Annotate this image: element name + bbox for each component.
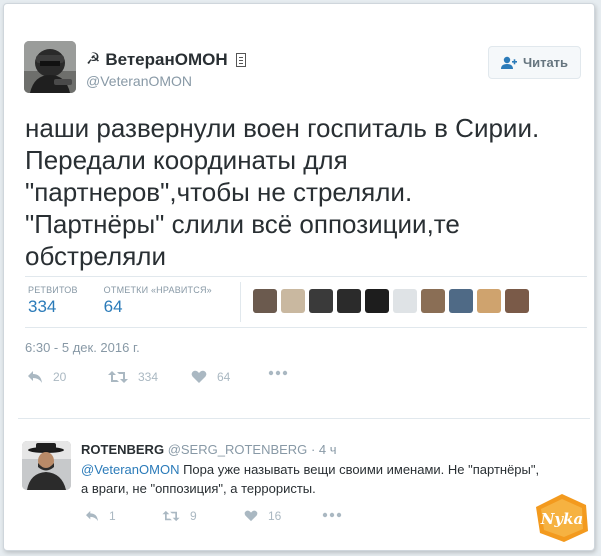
site-logo: Nyka bbox=[536, 494, 588, 542]
likes-label: ОТМЕТКИ «НРАВИТСЯ» bbox=[103, 285, 212, 295]
liker-avatar[interactable] bbox=[309, 289, 333, 313]
retweets-value: 334 bbox=[28, 297, 57, 316]
retweet-action[interactable]: 334 bbox=[108, 370, 158, 384]
tweet-line: Передали координаты для bbox=[25, 145, 348, 175]
reply-more-action[interactable] bbox=[322, 512, 342, 518]
tweet-line: обстреляли bbox=[25, 241, 166, 271]
reply-reply-count: 1 bbox=[109, 509, 116, 523]
reply-author-avatar[interactable] bbox=[22, 441, 71, 490]
reply-count: 20 bbox=[53, 370, 67, 384]
divider bbox=[25, 327, 587, 328]
divider bbox=[25, 276, 587, 277]
likes-value: 64 bbox=[103, 297, 123, 316]
stats-separator bbox=[240, 282, 241, 322]
reply-text-line1: Пора уже называть вещи своими именами. Н… bbox=[179, 462, 540, 477]
author-name[interactable]: ВетеранОМОН bbox=[105, 50, 227, 70]
reply-like-action[interactable]: 16 bbox=[244, 509, 281, 523]
liker-avatars bbox=[253, 289, 529, 313]
tweet-card: ☭ ВетеранОМОН @VeteranOMON Читать наши р… bbox=[3, 3, 595, 551]
reply-header: ROTENBERG @SERG_ROTENBERG · 4 ч bbox=[81, 442, 337, 457]
retweet-icon bbox=[108, 371, 128, 383]
reply-author-name[interactable]: ROTENBERG bbox=[81, 442, 164, 457]
reply-retweet-action[interactable]: 9 bbox=[162, 509, 197, 523]
reply-text: @VeteranOMON Пора уже называть вещи свои… bbox=[81, 460, 591, 498]
liker-avatar[interactable] bbox=[337, 289, 361, 313]
retweets-stat[interactable]: РЕТВИТОВ 334 bbox=[28, 285, 78, 317]
retweets-label: РЕТВИТОВ bbox=[28, 285, 78, 295]
reply-dot: · bbox=[310, 442, 316, 457]
reply-icon bbox=[28, 371, 42, 383]
liker-avatar[interactable] bbox=[281, 289, 305, 313]
retweet-count: 334 bbox=[138, 370, 159, 384]
tweet-timestamp[interactable]: 6:30 - 5 дек. 2016 г. bbox=[25, 340, 140, 355]
liker-avatar[interactable] bbox=[253, 289, 277, 313]
tweet-line: "Партнёры" слили всё оппозиции,те bbox=[25, 209, 460, 239]
follow-button[interactable]: Читать bbox=[488, 46, 581, 79]
hammer-sickle-icon: ☭ bbox=[86, 51, 101, 68]
reply-text-line2: а враги, не "оппозиция", а террористы. bbox=[81, 481, 316, 496]
add-user-icon bbox=[500, 56, 517, 69]
reply-reply-action[interactable]: 1 bbox=[85, 509, 116, 523]
reply-icon bbox=[86, 510, 98, 522]
reply-time[interactable]: 4 ч bbox=[319, 442, 337, 457]
more-icon bbox=[322, 512, 342, 518]
liker-avatar[interactable] bbox=[393, 289, 417, 313]
tweet-stats: РЕТВИТОВ 334 ОТМЕТКИ «НРАВИТСЯ» 64 bbox=[28, 285, 238, 317]
heart-icon bbox=[191, 370, 207, 383]
likes-stat[interactable]: ОТМЕТКИ «НРАВИТСЯ» 64 bbox=[104, 285, 212, 317]
heart-icon bbox=[244, 510, 258, 522]
tweet-text: наши развернули воен госпиталь в Сирии. … bbox=[25, 112, 580, 272]
svg-text:Nyka: Nyka bbox=[540, 510, 584, 528]
liker-avatar[interactable] bbox=[505, 289, 529, 313]
liker-avatar[interactable] bbox=[477, 289, 501, 313]
tweet-line: "партнеров",чтобы не стреляли. bbox=[25, 177, 413, 207]
liker-avatar[interactable] bbox=[365, 289, 389, 313]
reply-like-count: 16 bbox=[268, 509, 282, 523]
section-divider bbox=[18, 418, 590, 419]
follow-label: Читать bbox=[522, 55, 569, 70]
reply-author-handle[interactable]: @SERG_ROTENBERG bbox=[168, 442, 308, 457]
reply-mention[interactable]: @VeteranOMON bbox=[81, 462, 179, 477]
tweet-line: наши развернули воен госпиталь в Сирии. bbox=[25, 113, 540, 143]
like-count: 64 bbox=[217, 370, 231, 384]
like-action[interactable]: 64 bbox=[191, 370, 230, 384]
retweet-icon bbox=[162, 510, 180, 522]
document-icon bbox=[235, 53, 246, 67]
more-action[interactable] bbox=[268, 370, 288, 376]
author-handle[interactable]: @VeteranOMON bbox=[86, 73, 192, 89]
author-avatar[interactable] bbox=[24, 41, 76, 93]
liker-avatar[interactable] bbox=[421, 289, 445, 313]
reply-retweet-count: 9 bbox=[190, 509, 197, 523]
reply-action[interactable]: 20 bbox=[27, 370, 66, 384]
more-icon bbox=[268, 370, 288, 376]
liker-avatar[interactable] bbox=[449, 289, 473, 313]
